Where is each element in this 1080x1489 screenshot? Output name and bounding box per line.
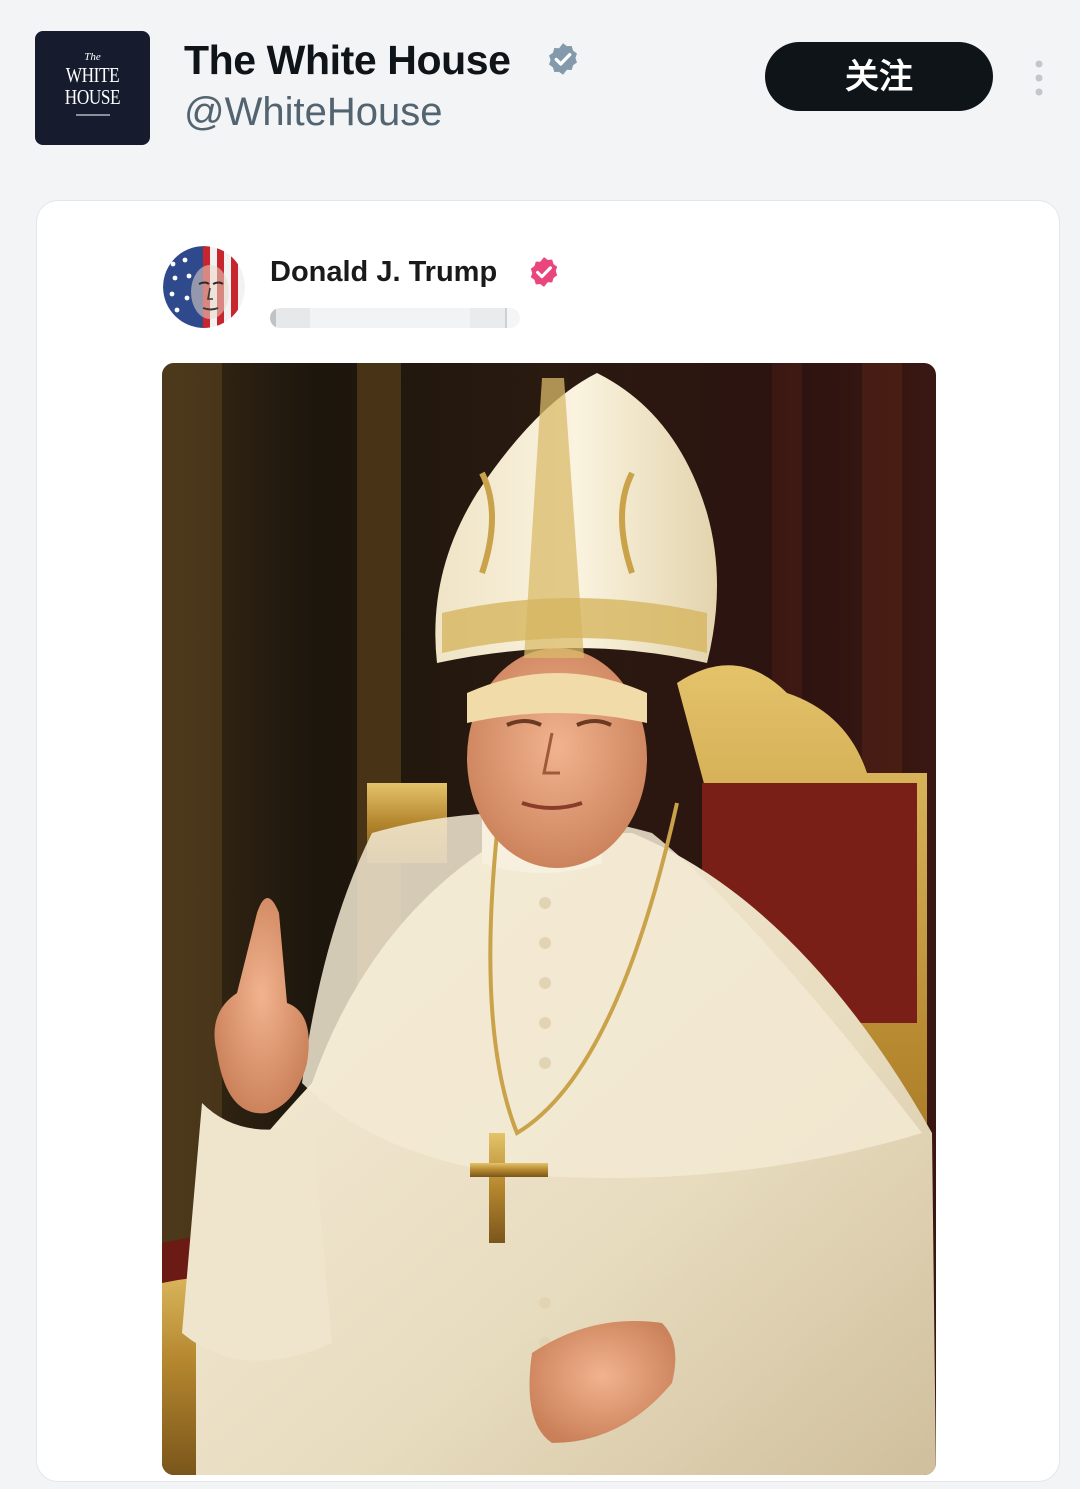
post-image[interactable]: [162, 363, 936, 1475]
account-handle[interactable]: @WhiteHouse: [184, 88, 442, 136]
white-house-avatar[interactable]: The WHITE HOUSE: [35, 31, 150, 145]
more-vertical-icon[interactable]: [1032, 58, 1046, 98]
account-name[interactable]: The White House: [184, 36, 511, 84]
verified-badge-icon: [530, 257, 558, 287]
logo-divider: [75, 114, 110, 116]
follow-button[interactable]: 关注: [765, 42, 993, 111]
flag-face-avatar-graphic: [163, 246, 245, 328]
logo-text-line2: HOUSE: [64, 85, 121, 109]
pope-portrait-image: [162, 363, 936, 1475]
logo-text-small: The: [84, 51, 101, 63]
trump-avatar[interactable]: [163, 246, 245, 328]
tweet-header: The WHITE HOUSE The White House @WhiteHo…: [0, 0, 1080, 180]
logo-text-line1: WHITE: [65, 63, 120, 87]
quoted-author-name[interactable]: Donald J. Trump: [270, 255, 497, 289]
verified-badge-icon: [549, 43, 577, 75]
quoted-handle-redacted: [270, 308, 520, 328]
